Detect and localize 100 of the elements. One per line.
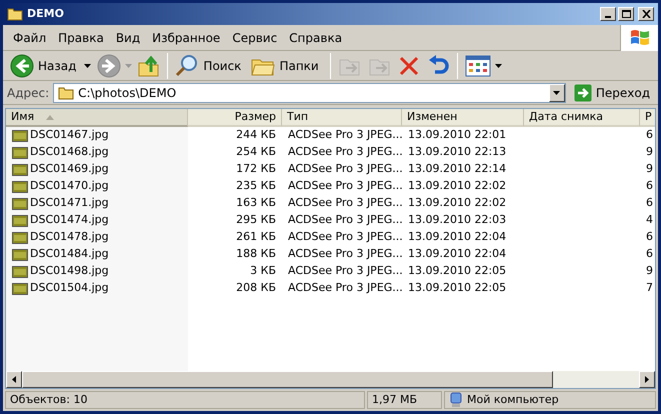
scroll-left-button[interactable] (6, 371, 22, 388)
table-cell-text: 13.09.2010 22:03 (408, 212, 506, 228)
table-cell-text: 13.09.2010 22:01 (408, 127, 506, 144)
table-cell-text: 3 КБ (250, 263, 276, 280)
jpg-file-icon (12, 214, 28, 228)
table-cell-text: ACDSee Pro 3 JPEG... (288, 263, 402, 280)
search-button[interactable]: Поиск (172, 52, 248, 78)
maximize-icon (622, 10, 630, 18)
column-header[interactable]: Р (640, 109, 655, 127)
file-name[interactable]: DSC01467.jpg (30, 127, 109, 144)
go-button[interactable]: Переход (570, 82, 654, 102)
table-cell-text: 208 КБ (236, 280, 276, 296)
jpg-file-icon (12, 264, 28, 278)
table-cell-text: ACDSee Pro 3 JPEG... (288, 195, 402, 212)
caret-icon (125, 64, 132, 68)
scroll-thumb[interactable] (22, 371, 553, 388)
folder-icon (7, 7, 23, 21)
file-name[interactable]: DSC01478.jpg (30, 229, 109, 246)
table-cell-text: ACDSee Pro 3 JPEG... (288, 280, 402, 296)
table-cell-text: 9 (646, 263, 653, 280)
scroll-right-button[interactable] (639, 371, 655, 388)
table-cell-text: 6 (646, 195, 653, 212)
table-cell-text: 163 КБ (236, 195, 276, 212)
table-cell-text: ACDSee Pro 3 JPEG... (288, 212, 402, 228)
table-cell-text: 172 КБ (236, 161, 276, 178)
column-header[interactable]: Тип (282, 109, 402, 127)
minimize-button[interactable] (600, 7, 616, 21)
file-name[interactable]: DSC01504.jpg (30, 280, 109, 297)
table-cell-text: 4 (646, 212, 653, 228)
jpg-file-icon (12, 248, 28, 262)
file-name[interactable]: DSC01470.jpg (30, 178, 109, 195)
left-arrow-icon (12, 376, 16, 383)
table-cell-text: 13.09.2010 22:05 (408, 263, 506, 280)
table-cell-text: ACDSee Pro 3 JPEG... (288, 229, 402, 246)
menu-item[interactable]: Файл (7, 28, 52, 48)
file-name[interactable]: DSC01469.jpg (30, 161, 109, 178)
table-cell-text: 188 КБ (236, 246, 276, 262)
computer-icon (449, 392, 463, 408)
column-header[interactable]: Размер (188, 109, 282, 127)
column-header[interactable]: Дата снимка (524, 109, 640, 127)
table-cell-text: ACDSee Pro 3 JPEG... (288, 246, 402, 262)
table-cell-text: 6 (646, 246, 653, 262)
column-header[interactable]: Имя (6, 109, 188, 127)
table-cell-text: ACDSee Pro 3 JPEG... (288, 161, 402, 178)
jpg-file-icon (12, 180, 28, 194)
table-cell-text: 13.09.2010 22:14 (408, 161, 506, 178)
table-cell-text: 13.09.2010 22:04 (408, 229, 506, 246)
table-cell-text: 6 (646, 127, 653, 144)
dropdown-button[interactable] (548, 84, 565, 102)
close-icon (642, 10, 650, 18)
table-cell-text: 9 (646, 144, 653, 160)
window-title: DEMO (27, 6, 64, 22)
sort-ascending-icon (46, 114, 54, 120)
jpg-file-icon (12, 146, 28, 160)
status-objects: Объектов: 10 (5, 391, 365, 409)
table-cell-text: 244 КБ (236, 127, 276, 144)
back-button[interactable]: Назад (7, 52, 94, 78)
jpg-file-icon (12, 230, 28, 244)
jpg-file-icon (12, 128, 28, 142)
column-header[interactable]: Изменен (402, 109, 524, 127)
table-cell-text: 235 КБ (236, 178, 276, 194)
file-name[interactable]: DSC01471.jpg (30, 195, 109, 212)
table-cell-text: 261 КБ (236, 229, 276, 246)
caret-icon (553, 90, 560, 94)
file-name[interactable]: DSC01474.jpg (30, 212, 109, 229)
right-arrow-icon (645, 376, 649, 383)
folder-up-icon (138, 54, 160, 78)
file-name[interactable]: DSC01468.jpg (30, 144, 109, 161)
status-size: 1,97 МБ (367, 391, 442, 409)
status-location: Мой компьютер (444, 391, 656, 409)
address-field[interactable]: C:\photos\DEMO (53, 82, 566, 102)
menu-item[interactable]: Правка (52, 28, 110, 48)
table-cell-text: ACDSee Pro 3 JPEG... (288, 127, 402, 144)
menu-item[interactable]: Избранное (146, 28, 226, 48)
jpg-file-icon (12, 162, 28, 176)
folder-icon (58, 86, 74, 100)
address-label: Адрес: (7, 84, 50, 102)
jpg-file-icon (12, 196, 28, 210)
table-cell-text: 295 КБ (236, 212, 276, 228)
table-cell-text: 6 (646, 229, 653, 246)
table-cell-text: 13.09.2010 22:05 (408, 280, 506, 296)
menu-item[interactable]: Справка (283, 28, 348, 48)
table-cell-text: 13.09.2010 22:13 (408, 144, 506, 160)
search-icon (175, 54, 200, 78)
delete-icon (398, 54, 420, 76)
table-cell-text: ACDSee Pro 3 JPEG... (288, 144, 402, 160)
close-button[interactable] (638, 7, 654, 21)
windows-flag-icon (630, 28, 650, 46)
jpg-file-icon (12, 282, 28, 296)
caret-icon (84, 64, 92, 68)
table-cell-text: 6 (646, 178, 653, 194)
menu-item[interactable]: Сервис (226, 28, 284, 48)
horizontal-scrollbar[interactable] (6, 371, 655, 388)
table-cell-text: 13.09.2010 22:04 (408, 246, 506, 262)
menu-item[interactable]: Вид (110, 28, 146, 48)
file-name[interactable]: DSC01498.jpg (30, 263, 109, 280)
file-name[interactable]: DSC01484.jpg (30, 246, 109, 263)
maximize-button[interactable] (618, 7, 634, 21)
folders-button[interactable]: Папки (248, 52, 326, 78)
caret-icon (494, 64, 502, 68)
